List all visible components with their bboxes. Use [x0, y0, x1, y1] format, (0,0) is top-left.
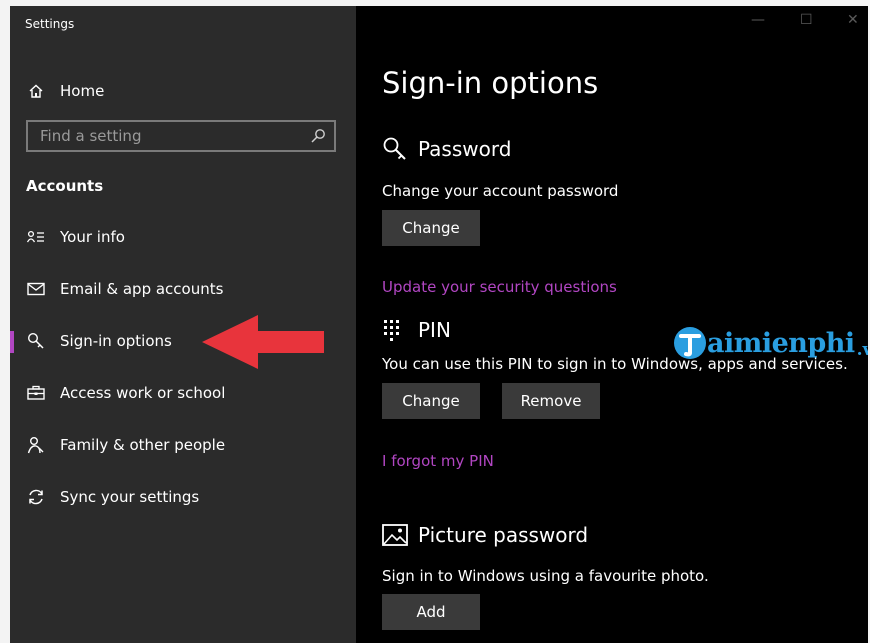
sync-icon — [26, 487, 46, 507]
sidebar-item-label: Sign-in options — [60, 332, 172, 350]
sidebar-item-label: Email & app accounts — [60, 280, 224, 298]
key-icon — [382, 135, 410, 163]
update-security-questions-link[interactable]: Update your security questions — [382, 278, 617, 296]
sidebar-item-family-other-people[interactable]: Family & other people — [10, 425, 356, 465]
maximize-button[interactable]: ☐ — [800, 12, 813, 28]
watermark-text: aimienphi — [707, 327, 855, 359]
sidebar-item-label: Your info — [60, 228, 125, 246]
annotation-arrow-icon — [202, 315, 324, 369]
change-password-button[interactable]: Change — [382, 210, 480, 246]
settings-window: Settings Home Accounts Your info Email — [10, 6, 868, 643]
sidebar-item-email-app-accounts[interactable]: Email & app accounts — [10, 269, 356, 309]
watermark-logo: aimienphi .vn — [673, 326, 868, 360]
briefcase-icon — [26, 383, 46, 403]
section-heading-accounts: Accounts — [26, 177, 104, 195]
forgot-pin-link[interactable]: I forgot my PIN — [382, 452, 494, 470]
remove-pin-button[interactable]: Remove — [502, 383, 600, 419]
close-button[interactable]: ✕ — [847, 12, 859, 28]
envelope-icon — [26, 279, 46, 299]
pin-heading-text: PIN — [418, 318, 451, 342]
sidebar-item-label: Family & other people — [60, 436, 226, 454]
sidebar-item-sync-your-settings[interactable]: Sync your settings — [10, 477, 356, 517]
watermark-suffix: .vn — [856, 340, 868, 360]
picture-password-heading-text: Picture password — [418, 523, 589, 547]
password-heading-text: Password — [418, 137, 512, 161]
password-description: Change your account password — [382, 182, 619, 200]
nav-home[interactable]: Home — [10, 71, 356, 111]
main-pane: — ☐ ✕ Sign-in options Password Change yo… — [356, 6, 868, 643]
search-icon[interactable] — [310, 128, 326, 148]
picture-password-heading: Picture password — [382, 521, 588, 549]
picture-password-description: Sign in to Windows using a favourite pho… — [382, 567, 709, 585]
sidebar-item-your-info[interactable]: Your info — [10, 217, 356, 257]
search-box[interactable] — [26, 120, 336, 152]
people-icon — [26, 435, 46, 455]
person-lines-icon — [26, 227, 46, 247]
picture-icon — [382, 521, 410, 549]
pin-heading: PIN — [382, 316, 451, 344]
nav-home-label: Home — [60, 82, 105, 100]
search-input[interactable] — [28, 122, 310, 150]
app-title: Settings — [25, 17, 75, 31]
change-pin-button[interactable]: Change — [382, 383, 480, 419]
sidebar-item-access-work-or-school[interactable]: Access work or school — [10, 373, 356, 413]
page-title: Sign-in options — [382, 66, 599, 100]
sidebar-item-label: Access work or school — [60, 384, 226, 402]
sidebar-item-label: Sync your settings — [60, 488, 200, 506]
keypad-icon — [382, 316, 410, 344]
add-picture-password-button[interactable]: Add — [382, 594, 480, 630]
home-icon — [26, 81, 46, 101]
watermark-t-icon — [674, 327, 706, 359]
password-heading: Password — [382, 135, 511, 163]
key-icon — [26, 331, 46, 351]
minimize-button[interactable]: — — [751, 12, 765, 28]
